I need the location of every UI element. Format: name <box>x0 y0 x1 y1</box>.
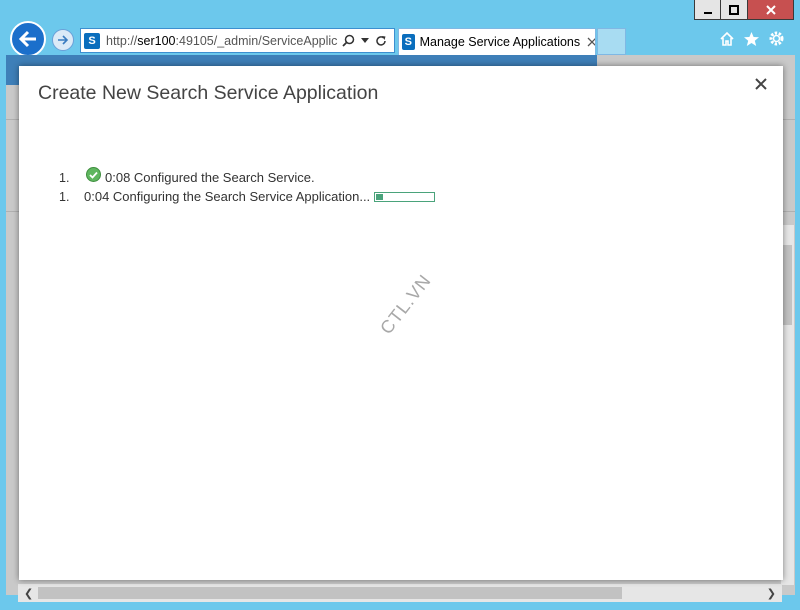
sharepoint-logo-icon: S <box>84 32 100 49</box>
gear-icon[interactable] <box>768 30 785 47</box>
maximize-icon <box>729 4 739 15</box>
sharepoint-logo-icon: S <box>402 34 415 50</box>
step-number: 1. <box>59 170 70 185</box>
url-host: ser100 <box>137 33 176 48</box>
home-icon[interactable] <box>719 31 735 47</box>
scroll-left-icon[interactable]: ❮ <box>18 587 39 600</box>
maximize-button[interactable] <box>721 0 748 20</box>
step-text: 0:08 Configured the Search Service. <box>105 170 315 185</box>
close-icon <box>765 4 776 15</box>
step-text: 0:04 Configuring the Search Service Appl… <box>84 189 371 204</box>
horizontal-scrollbar[interactable]: ❮ ❯ <box>18 584 782 602</box>
progress-bar <box>374 191 436 202</box>
close-tab-icon[interactable] <box>587 37 595 47</box>
scroll-right-icon[interactable]: ❯ <box>761 587 782 600</box>
forward-arrow-icon <box>58 35 69 45</box>
chevron-down-icon[interactable] <box>361 37 369 44</box>
step-number: 1. <box>59 189 70 204</box>
star-icon[interactable] <box>743 31 760 47</box>
create-search-service-dialog: Create New Search Service Application 1.… <box>19 66 783 580</box>
refresh-icon[interactable] <box>375 35 387 47</box>
close-icon[interactable] <box>753 76 769 92</box>
new-tab-button[interactable] <box>597 28 626 55</box>
browser-toolbar <box>719 30 785 47</box>
watermark: CTL.VN <box>376 270 436 338</box>
address-bar[interactable]: S http://ser100:49105/_admin/ServiceAppl… <box>80 28 395 53</box>
url-text[interactable]: http://ser100:49105/_admin/ServiceApplic… <box>106 34 338 48</box>
search-icon[interactable] <box>342 34 355 47</box>
url-prefix: http:// <box>106 33 138 48</box>
dialog-title: Create New Search Service Application <box>38 82 379 104</box>
tab-title: Manage Service Applications <box>419 35 581 49</box>
close-window-button[interactable] <box>748 0 794 20</box>
tab-manage-service-applications[interactable]: S Manage Service Applications <box>398 28 596 55</box>
back-arrow-icon <box>18 30 36 48</box>
scrollbar-thumb[interactable] <box>783 245 792 325</box>
minimize-button[interactable] <box>694 0 721 20</box>
browser-window: S http://ser100:49105/_admin/ServiceAppl… <box>0 0 800 610</box>
back-button[interactable] <box>10 21 46 57</box>
step-item: 1. 0:04 Configuring the Search Service A… <box>59 187 436 206</box>
step-item: 1. 0:08 Configured the Search Service. <box>59 167 435 187</box>
scrollbar-thumb[interactable] <box>38 587 622 599</box>
minimize-icon <box>703 11 712 14</box>
forward-button[interactable] <box>52 29 74 51</box>
window-controls <box>694 0 794 22</box>
checkmark-icon <box>86 167 101 182</box>
progress-steps: 1. 0:08 Configured the Search Service. 1… <box>59 167 436 206</box>
url-path: :49105/_admin/ServiceApplicati <box>175 33 338 48</box>
progress-fill <box>376 193 384 200</box>
